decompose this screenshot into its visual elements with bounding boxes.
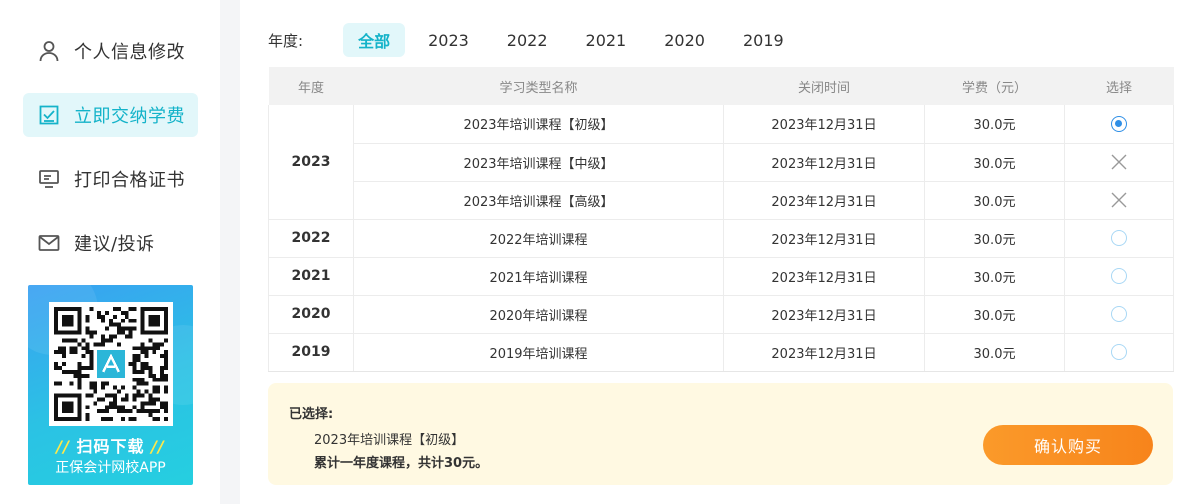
select-cell: [1064, 333, 1174, 372]
main-panel: 年度: 全部 2023 2022 2021 2020 2019 年度 学习类型名…: [240, 0, 1202, 504]
column-header-close-time: 关闭时间: [723, 67, 925, 105]
year-tab-2021[interactable]: 2021: [571, 23, 642, 57]
year-filter: 年度: 全部 2023 2022 2021 2020 2019: [268, 22, 807, 58]
sidebar-item-profile[interactable]: 个人信息修改: [23, 29, 198, 73]
year-tab-2023[interactable]: 2023: [413, 23, 484, 57]
close-time-cell: 2023年12月31日: [723, 295, 925, 334]
banner-subtitle: 正保会计网校APP: [55, 460, 166, 476]
course-name-cell: 2023年培训课程【初级】: [353, 105, 724, 144]
banner-title: // 扫码下载 //: [28, 433, 193, 457]
select-cell: [1064, 219, 1174, 258]
column-header-year: 年度: [268, 67, 354, 105]
table-row: 2023年培训课程【高级】 2023年12月31日 30.0元: [269, 181, 1174, 220]
monitor-icon: [36, 166, 62, 192]
fee-cell: 30.0元: [924, 257, 1065, 296]
select-cell: [1064, 105, 1174, 144]
close-icon: [1111, 154, 1127, 170]
course-table: 年度 学习类型名称 关闭时间 学费（元） 选择 2023 2023年培训课程【初…: [268, 67, 1174, 372]
banner-slash-right: //: [151, 437, 165, 456]
summary-selected-item: 2023年培训课程【初级】: [314, 433, 465, 448]
sidebar-item-label: 个人信息修改: [74, 42, 185, 63]
course-name-cell: 2020年培训课程: [353, 295, 724, 334]
column-header-select: 选择: [1064, 67, 1174, 105]
select-cell: [1064, 257, 1174, 296]
close-time-cell: 2023年12月31日: [723, 105, 925, 144]
table-row: 2023年培训课程【中级】 2023年12月31日 30.0元: [269, 143, 1174, 182]
banner-title-text: 扫码下载: [76, 437, 145, 456]
sidebar: 个人信息修改 立即交纳学费 打印合格证书 建议/投诉 // 扫码下载 // 正保…: [0, 0, 220, 504]
select-cell: [1064, 181, 1174, 220]
fee-cell: 30.0元: [924, 333, 1065, 372]
select-radio[interactable]: [1111, 230, 1127, 246]
year-tab-2022[interactable]: 2022: [492, 23, 563, 57]
fee-cell: 30.0元: [924, 219, 1065, 258]
year-cell: 2021: [268, 257, 354, 296]
course-name-cell: 2019年培训课程: [353, 333, 724, 372]
summary-total: 累计一年度课程，共计30元。: [314, 456, 489, 471]
course-name-cell: 2023年培训课程【高级】: [353, 181, 724, 220]
sidebar-item-label: 立即交纳学费: [74, 106, 185, 127]
qr-code-icon: [54, 307, 168, 421]
table-row: 2019 2019年培训课程 2023年12月31日 30.0元: [268, 333, 1174, 372]
course-name-cell: 2021年培训课程: [353, 257, 724, 296]
select-radio[interactable]: [1111, 306, 1127, 322]
sidebar-item-label: 打印合格证书: [74, 170, 185, 191]
close-time-cell: 2023年12月31日: [723, 219, 925, 258]
close-time-cell: 2023年12月31日: [723, 257, 925, 296]
sidebar-item-label: 建议/投诉: [74, 234, 155, 255]
year-cell: 2020: [268, 295, 354, 334]
summary-title: 已选择:: [289, 407, 334, 422]
close-time-cell: 2023年12月31日: [723, 333, 925, 372]
year-cell: 2023: [268, 105, 354, 220]
select-radio-checked[interactable]: [1111, 115, 1127, 132]
qr-code: [49, 302, 173, 426]
year-tab-2019[interactable]: 2019: [728, 23, 799, 57]
close-time-cell: 2023年12月31日: [723, 181, 925, 220]
column-header-fee: 学费（元）: [924, 67, 1065, 105]
banner-slash-left: //: [56, 437, 70, 456]
column-header-course-name: 学习类型名称: [353, 67, 724, 105]
fee-cell: 30.0元: [924, 143, 1065, 182]
app-download-banner[interactable]: // 扫码下载 // 正保会计网校APP: [28, 285, 193, 485]
select-cell: [1064, 143, 1174, 182]
close-icon: [1111, 192, 1127, 208]
course-name-cell: 2022年培训课程: [353, 219, 724, 258]
select-cell: [1064, 295, 1174, 334]
fee-cell: 30.0元: [924, 181, 1065, 220]
checkbox-icon: [36, 102, 62, 128]
fee-cell: 30.0元: [924, 295, 1065, 334]
table-row: 2020 2020年培训课程 2023年12月31日 30.0元: [268, 295, 1174, 334]
sidebar-item-print-certificate[interactable]: 打印合格证书: [23, 157, 198, 201]
year-tab-2020[interactable]: 2020: [649, 23, 720, 57]
mail-icon: [36, 230, 62, 256]
selection-summary: 已选择: 2023年培训课程【初级】 累计一年度课程，共计30元。 确认购买: [268, 383, 1173, 485]
year-cell: 2019: [268, 333, 354, 372]
sidebar-item-feedback[interactable]: 建议/投诉: [23, 221, 198, 265]
table-row: 2023 2023年培训课程【初级】 2023年12月31日 30.0元: [268, 105, 1174, 220]
close-time-cell: 2023年12月31日: [723, 143, 925, 182]
select-radio[interactable]: [1111, 268, 1127, 284]
sidebar-item-pay-tuition[interactable]: 立即交纳学费: [23, 93, 198, 137]
year-filter-label: 年度:: [268, 31, 304, 50]
table-row: 2022 2022年培训课程 2023年12月31日 30.0元: [268, 219, 1174, 258]
user-icon: [36, 38, 62, 64]
year-cell: 2022: [268, 219, 354, 258]
fee-cell: 30.0元: [924, 105, 1065, 144]
confirm-purchase-button[interactable]: 确认购买: [983, 425, 1153, 465]
course-name-cell: 2023年培训课程【中级】: [353, 143, 724, 182]
table-row: 2021 2021年培训课程 2023年12月31日 30.0元: [268, 257, 1174, 296]
year-tab-all[interactable]: 全部: [343, 23, 406, 57]
select-radio[interactable]: [1111, 344, 1127, 360]
table-header-row: 年度 学习类型名称 关闭时间 学费（元） 选择: [268, 67, 1174, 105]
